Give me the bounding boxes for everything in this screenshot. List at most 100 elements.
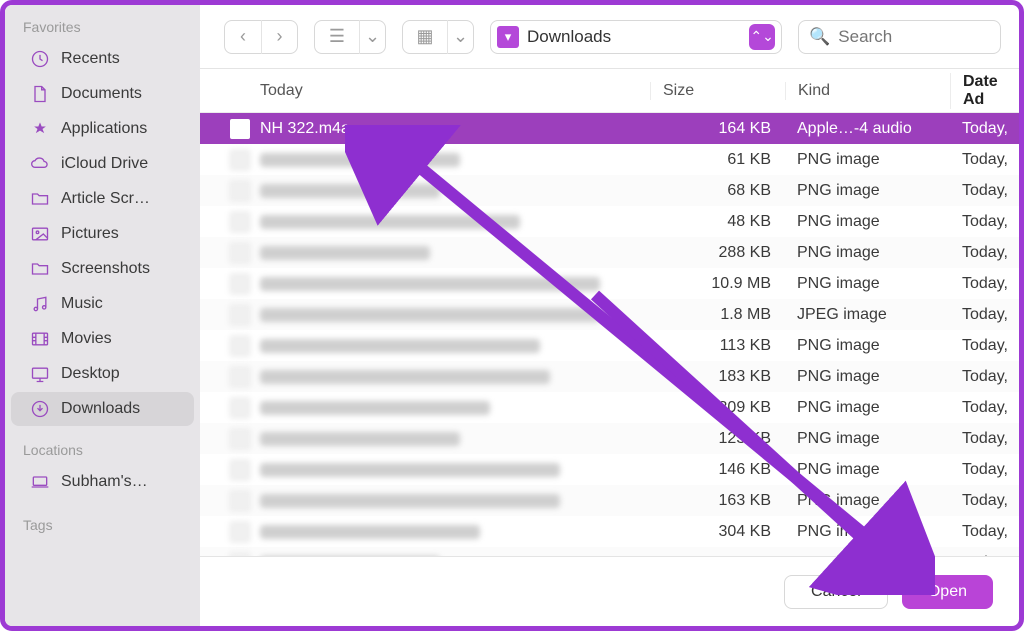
file-row[interactable]: 187 KBPNG imageToday, <box>200 547 1019 556</box>
folder-icon <box>29 258 51 280</box>
cell-name <box>200 367 650 387</box>
search-input[interactable] <box>838 27 990 47</box>
cell-date: Today, <box>950 306 1019 324</box>
nav-back-forward[interactable]: ‹ › <box>224 20 298 54</box>
sidebar-item-label: Pictures <box>61 225 119 243</box>
cell-kind: PNG image <box>785 368 950 386</box>
header-kind[interactable]: Kind <box>785 82 950 100</box>
cancel-button[interactable]: Cancel <box>784 575 888 609</box>
cell-kind: JPEG image <box>785 306 950 324</box>
app-icon <box>29 118 51 140</box>
cell-name <box>200 274 650 294</box>
location-chevron-icon[interactable]: ⌃⌄ <box>749 24 775 50</box>
laptop-icon <box>29 471 51 493</box>
cell-size: 113 KB <box>650 337 785 355</box>
grid-icon[interactable]: ▦ <box>403 20 447 54</box>
sidebar-item-location[interactable]: Subham's… <box>11 465 194 499</box>
cell-kind: PNG image <box>785 523 950 541</box>
file-icon <box>230 119 250 139</box>
cell-kind: PNG image <box>785 430 950 448</box>
cell-date: Today, <box>950 182 1019 200</box>
sidebar-item-screenshots[interactable]: Screenshots <box>11 252 194 286</box>
header-date[interactable]: Date Ad <box>950 73 1019 109</box>
sidebar-item-label: Movies <box>61 330 112 348</box>
file-list[interactable]: NH 322.m4a164 KBApple…-4 audioToday,61 K… <box>200 113 1019 556</box>
clock-icon <box>29 48 51 70</box>
cell-date: Today, <box>950 213 1019 231</box>
view-mode-menu[interactable]: ☰ ⌄ <box>314 20 386 54</box>
file-row[interactable]: 163 KBPNG imageToday, <box>200 485 1019 516</box>
file-row[interactable]: 10.9 MBPNG imageToday, <box>200 268 1019 299</box>
sidebar-item-label: Recents <box>61 50 120 68</box>
cell-kind: PNG image <box>785 244 950 262</box>
chevron-down-icon[interactable]: ⌄ <box>359 20 385 54</box>
sidebar-section-tags: Tags <box>5 513 200 539</box>
sidebar-item-applications[interactable]: Applications <box>11 112 194 146</box>
sidebar-item-pictures[interactable]: Pictures <box>11 217 194 251</box>
cell-date: Today, <box>950 275 1019 293</box>
sidebar-item-label: iCloud Drive <box>61 155 148 173</box>
cell-date: Today, <box>950 461 1019 479</box>
sidebar-item-articlescr[interactable]: Article Scr… <box>11 182 194 216</box>
cell-size: 304 KB <box>650 523 785 541</box>
cell-size: 48 KB <box>650 213 785 231</box>
cell-name: NH 322.m4a <box>200 119 650 139</box>
sidebar-item-documents[interactable]: Documents <box>11 77 194 111</box>
sidebar-item-music[interactable]: Music <box>11 287 194 321</box>
header-size[interactable]: Size <box>650 82 785 100</box>
sidebar: Favorites Recents Documents Applications iC… <box>5 5 200 626</box>
file-row[interactable]: 68 KBPNG imageToday, <box>200 175 1019 206</box>
cell-kind: Apple…-4 audio <box>785 120 950 138</box>
sidebar-item-label: Documents <box>61 85 142 103</box>
open-button[interactable]: Open <box>902 575 993 609</box>
cell-date: Today, <box>950 337 1019 355</box>
file-row[interactable]: 309 KBPNG imageToday, <box>200 392 1019 423</box>
header-name[interactable]: Today <box>200 82 650 100</box>
sidebar-section-favorites: Favorites <box>5 15 200 41</box>
file-row[interactable]: 1.8 MBJPEG imageToday, <box>200 299 1019 330</box>
cell-kind: PNG image <box>785 275 950 293</box>
sidebar-item-iclouddrive[interactable]: iCloud Drive <box>11 147 194 181</box>
cloud-icon <box>29 153 51 175</box>
sidebar-item-label: Article Scr… <box>61 190 150 208</box>
file-row[interactable]: 146 KBPNG imageToday, <box>200 454 1019 485</box>
sidebar-item-downloads[interactable]: Downloads <box>11 392 194 426</box>
file-row[interactable]: 288 KBPNG imageToday, <box>200 237 1019 268</box>
toolbar: ‹ › ☰ ⌄ ▦ ⌄ ▾ Downloads ⌃⌄ 🔍 <box>200 5 1019 69</box>
file-row[interactable]: 61 KBPNG imageToday, <box>200 144 1019 175</box>
sidebar-item-label: Screenshots <box>61 260 150 278</box>
group-mode-menu[interactable]: ▦ ⌄ <box>402 20 474 54</box>
nav-back-button[interactable]: ‹ <box>225 20 261 54</box>
cell-size: 309 KB <box>650 399 785 417</box>
sidebar-item-desktop[interactable]: Desktop <box>11 357 194 391</box>
file-row[interactable]: 113 KBPNG imageToday, <box>200 330 1019 361</box>
cell-date: Today, <box>950 151 1019 169</box>
nav-forward-button[interactable]: › <box>261 20 297 54</box>
cell-name <box>200 398 650 418</box>
cell-name <box>200 460 650 480</box>
file-row[interactable]: 304 KBPNG imageToday, <box>200 516 1019 547</box>
file-row[interactable]: 48 KBPNG imageToday, <box>200 206 1019 237</box>
cell-date: Today, <box>950 120 1019 138</box>
cell-kind: PNG image <box>785 399 950 417</box>
sidebar-item-movies[interactable]: Movies <box>11 322 194 356</box>
film-icon <box>29 328 51 350</box>
sidebar-item-label: Downloads <box>61 400 140 418</box>
cell-name <box>200 429 650 449</box>
location-popup[interactable]: ▾ Downloads ⌃⌄ <box>490 20 782 54</box>
list-view-icon[interactable]: ☰ <box>315 20 359 54</box>
cell-name <box>200 305 650 325</box>
folder-icon: ▾ <box>497 26 519 48</box>
cell-kind: PNG image <box>785 492 950 510</box>
file-row[interactable]: 123 KBPNG imageToday, <box>200 423 1019 454</box>
cell-date: Today, <box>950 244 1019 262</box>
cell-name <box>200 212 650 232</box>
file-row[interactable]: 183 KBPNG imageToday, <box>200 361 1019 392</box>
file-row[interactable]: NH 322.m4a164 KBApple…-4 audioToday, <box>200 113 1019 144</box>
search-field[interactable]: 🔍 <box>798 20 1001 54</box>
cell-name <box>200 336 650 356</box>
sidebar-item-recents[interactable]: Recents <box>11 42 194 76</box>
sidebar-section-locations: Locations <box>5 438 200 464</box>
chevron-down-icon[interactable]: ⌄ <box>447 20 473 54</box>
download-icon <box>29 398 51 420</box>
